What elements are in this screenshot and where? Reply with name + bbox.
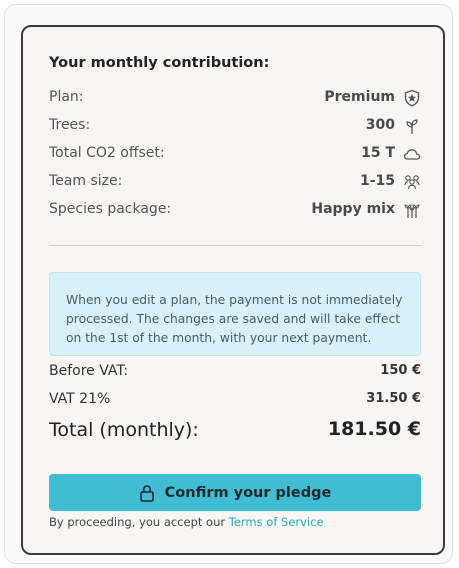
trees-row: Trees: 300 xyxy=(49,115,421,137)
team-size-value: 1-15 xyxy=(359,173,395,189)
confirm-pledge-label: Confirm your pledge xyxy=(164,484,332,501)
team-size-row: Team size: 1-15 xyxy=(49,171,421,193)
total-value: 181.50 € xyxy=(327,418,421,440)
trees-label: Trees: xyxy=(49,117,91,133)
co2-value: 15 T xyxy=(361,145,395,161)
terms-of-service-link[interactable]: Terms of Service xyxy=(229,515,324,529)
before-vat-row: Before VAT: 150 € xyxy=(49,361,421,383)
contribution-title: Your monthly contribution: xyxy=(49,55,270,71)
shield-icon xyxy=(404,89,420,107)
lock-icon xyxy=(139,484,154,502)
contribution-card: Your monthly contribution: Plan: Premium… xyxy=(21,25,445,555)
terms-notice: By proceeding, you accept our Terms of S… xyxy=(49,515,324,529)
confirm-pledge-button[interactable]: Confirm your pledge xyxy=(49,474,421,511)
vat-label: VAT 21% xyxy=(49,391,111,407)
terms-prefix: By proceeding, you accept our xyxy=(49,515,229,529)
plan-label: Plan: xyxy=(49,89,84,105)
team-size-label: Team size: xyxy=(49,173,123,189)
before-vat-value: 150 € xyxy=(380,363,421,378)
payment-notice: When you edit a plan, the payment is not… xyxy=(49,272,421,356)
plan-value: Premium xyxy=(324,89,395,105)
team-icon xyxy=(404,175,420,190)
trees-value: 300 xyxy=(365,117,395,133)
plan-row: Plan: Premium xyxy=(49,87,421,109)
total-label: Total (monthly): xyxy=(49,419,199,441)
sprout-icon xyxy=(406,119,418,134)
species-label: Species package: xyxy=(49,201,172,217)
plants-icon xyxy=(404,204,420,218)
divider xyxy=(49,245,421,246)
species-row: Species package: Happy mix xyxy=(49,199,421,221)
species-value: Happy mix xyxy=(311,201,395,217)
before-vat-label: Before VAT: xyxy=(49,363,129,379)
cloud-icon xyxy=(403,149,421,160)
co2-label: Total CO2 offset: xyxy=(49,145,165,161)
total-row: Total (monthly): 181.50 € xyxy=(49,417,421,447)
vat-row: VAT 21% 31.50 € xyxy=(49,389,421,411)
vat-value: 31.50 € xyxy=(366,391,421,406)
co2-row: Total CO2 offset: 15 T xyxy=(49,143,421,165)
dialog-frame: Your monthly contribution: Plan: Premium… xyxy=(4,4,453,564)
